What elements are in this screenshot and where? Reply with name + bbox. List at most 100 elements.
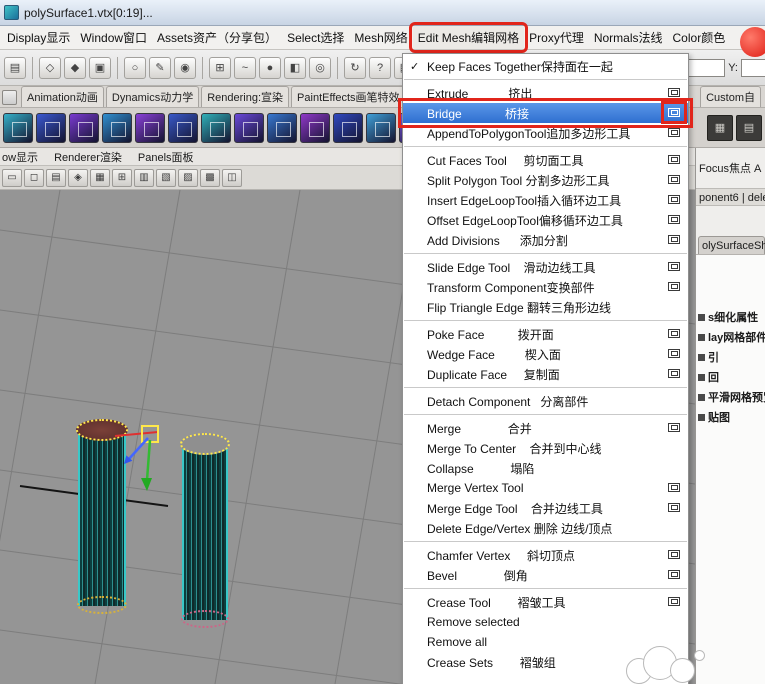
menu-item-delete-edge-vertex[interactable]: ✓ Delete Edge/Vertex 删除 边线/顶点	[403, 518, 688, 538]
ae-shape-tab[interactable]: olySurfaceShape	[698, 236, 765, 254]
menu-item-slide-edge-tool[interactable]: ✓ Slide Edge Tool 滑动边线工具	[403, 257, 688, 277]
option-box-icon[interactable]	[668, 570, 680, 579]
shelf-platonic-icon[interactable]	[366, 112, 396, 143]
option-box-icon[interactable]	[668, 195, 680, 204]
ae-tabs-text[interactable]: ponent6 | dele	[696, 188, 765, 206]
option-box-icon[interactable]	[668, 128, 680, 137]
menubar-item-mesh[interactable]: Mesh网络	[349, 26, 412, 49]
shelf-pyramid-icon[interactable]	[234, 112, 264, 143]
option-box-icon[interactable]	[668, 369, 680, 378]
menubar-item-color[interactable]: Color颜色	[668, 26, 731, 49]
menubar-item-window[interactable]: Window窗口	[75, 26, 152, 49]
grid-toggle-icon[interactable]: ⊞	[112, 168, 132, 187]
move-manipulator[interactable]	[100, 420, 180, 500]
menu-item-merge-to-center[interactable]: ✓ Merge To Center 合并到中心线	[403, 438, 688, 458]
clipboard-icon[interactable]: ▤	[4, 56, 26, 79]
ae-section-map[interactable]: 贴图	[696, 407, 765, 427]
menu-item-duplicate-face[interactable]: ✓ Duplicate Face 复制面	[403, 364, 688, 384]
image-plane-icon[interactable]: ▦	[90, 168, 110, 187]
menu-item-keep-faces-together[interactable]: ✓ Keep Faces Together保持面在一起	[403, 56, 688, 76]
shelf-selector-icon[interactable]	[2, 90, 17, 105]
menu-item-offset-edge-loop-tool[interactable]: ✓ Offset EdgeLoopTool偏移循环边工具	[403, 210, 688, 230]
shelf-panel-icon-2[interactable]: ▤	[736, 114, 762, 141]
menubar-item-select[interactable]: Select选择	[282, 26, 349, 49]
shelf-tab-custom[interactable]: Custom自	[700, 86, 761, 107]
paint-select-icon[interactable]: ✎	[149, 56, 171, 79]
make-live-icon[interactable]: ◎	[309, 56, 331, 79]
menu-item-flip-triangle-edge[interactable]: ✓ Flip Triangle Edge 翻转三角形边线	[403, 297, 688, 317]
shelf-panel-icon-1[interactable]: ▦	[707, 114, 733, 141]
gate-mask-icon[interactable]: ▨	[178, 168, 198, 187]
lasso-select-icon[interactable]: ○	[124, 56, 146, 79]
option-box-icon[interactable]	[668, 155, 680, 164]
safe-action-icon[interactable]: ▩	[200, 168, 220, 187]
ae-section-display[interactable]: lay网格部件	[696, 327, 765, 347]
bookmark-icon[interactable]: ◈	[68, 168, 88, 187]
menubar-item-display[interactable]: Display显示	[2, 26, 75, 49]
snap-point-icon[interactable]: ●	[259, 56, 281, 79]
menu-item-add-divisions[interactable]: ✓ Add Divisions 添加分割	[403, 230, 688, 250]
menu-item-cut-faces-tool[interactable]: ✓ Cut Faces Tool 剪切面工具	[403, 150, 688, 170]
panel-menu-show[interactable]: ow显示	[2, 149, 38, 165]
cylinder-2[interactable]	[180, 433, 230, 628]
menu-item-remove-selected[interactable]: ✓ Remove selected	[403, 612, 688, 632]
option-box-icon[interactable]	[668, 329, 680, 338]
shelf-cube-icon[interactable]	[36, 112, 66, 143]
menu-item-extrude[interactable]: ✓ Extrude 挤出	[403, 83, 688, 103]
ae-section-subdivision[interactable]: s细化属性	[696, 307, 765, 327]
menu-item-wedge-face[interactable]: ✓ Wedge Face 楔入面	[403, 344, 688, 364]
shelf-tab-rendering[interactable]: Rendering:宣染	[201, 86, 290, 107]
shelf-tab-painteffects[interactable]: PaintEffects画笔特效	[291, 86, 406, 107]
menubar-item-assets[interactable]: Assets资产（分享包）	[152, 26, 282, 49]
option-box-icon[interactable]	[668, 215, 680, 224]
panel-menu-panels[interactable]: Panels面板	[138, 149, 194, 165]
menu-item-merge-edge-tool[interactable]: ✓ Merge Edge Tool 合并边线工具	[403, 498, 688, 518]
menu-item-chamfer-vertex[interactable]: ✓ Chamfer Vertex 斜切顶点	[403, 545, 688, 565]
snap-curve-icon[interactable]: ~	[234, 56, 256, 79]
option-box-icon[interactable]	[668, 349, 680, 358]
option-box-icon[interactable]	[668, 235, 680, 244]
y-input[interactable]	[741, 58, 765, 77]
menubar-item-edit-mesh[interactable]: Edit Mesh编辑网格	[408, 22, 529, 53]
select-component-icon[interactable]: ▣	[89, 56, 111, 79]
shelf-prism-icon[interactable]	[201, 112, 231, 143]
option-box-icon[interactable]	[661, 101, 687, 124]
menu-item-bevel[interactable]: ✓ Bevel 倒角	[403, 565, 688, 585]
ae-menu-text[interactable]: Focus焦点 A	[696, 160, 765, 176]
shelf-cone-icon[interactable]	[102, 112, 132, 143]
camera-attributes-icon[interactable]: ▤	[46, 168, 66, 187]
snap-plane-icon[interactable]: ◧	[284, 56, 306, 79]
help-icon[interactable]: ?	[369, 56, 391, 79]
menu-item-detach-component[interactable]: ✓ Detach Component 分离部件	[403, 391, 688, 411]
menu-item-append-to-polygon-tool[interactable]: ✓ AppendToPolygonTool追加多边形工具	[403, 123, 688, 143]
shelf-torus-icon[interactable]	[168, 112, 198, 143]
menu-item-poke-face[interactable]: ✓ Poke Face 拨开面	[403, 324, 688, 344]
construction-history-icon[interactable]: ↻	[344, 56, 366, 79]
menubar-item-proxy[interactable]: Proxy代理	[524, 26, 589, 49]
option-box-icon[interactable]	[668, 483, 680, 492]
menu-item-merge-vertex-tool[interactable]: ✓ Merge Vertex Tool	[403, 478, 688, 498]
menu-item-crease-tool[interactable]: ✓ Crease Tool 褶皱工具	[403, 592, 688, 612]
option-box-icon[interactable]	[668, 423, 680, 432]
option-box-icon[interactable]	[668, 88, 680, 97]
shelf-cylinder-icon[interactable]	[69, 112, 99, 143]
highlight-select-icon[interactable]: ◉	[174, 56, 196, 79]
resolution-gate-icon[interactable]: ▧	[156, 168, 176, 187]
shelf-tab-dynamics[interactable]: Dynamics动力学	[105, 86, 200, 107]
safe-title-icon[interactable]: ◫	[222, 168, 242, 187]
shelf-sphere-icon[interactable]	[3, 112, 33, 143]
shelf-tab-animation[interactable]: Animation动画	[21, 86, 104, 107]
option-box-icon[interactable]	[668, 262, 680, 271]
menubar-item-normals[interactable]: Normals法线	[589, 26, 668, 49]
option-box-icon[interactable]	[668, 550, 680, 559]
option-box-icon[interactable]	[668, 282, 680, 291]
menu-item-collapse[interactable]: ✓ Collapse 塌陷	[403, 458, 688, 478]
ae-section-smooth-preview[interactable]: 平滑网格预览	[696, 387, 765, 407]
option-box-icon[interactable]	[668, 175, 680, 184]
ae-section-hui[interactable]: 回	[696, 367, 765, 387]
shelf-pipe-icon[interactable]	[267, 112, 297, 143]
select-object-icon[interactable]: ◆	[64, 56, 86, 79]
menu-item-merge[interactable]: ✓ Merge 合并	[403, 418, 688, 438]
shelf-helix-icon[interactable]	[300, 112, 330, 143]
option-box-icon[interactable]	[668, 597, 680, 606]
